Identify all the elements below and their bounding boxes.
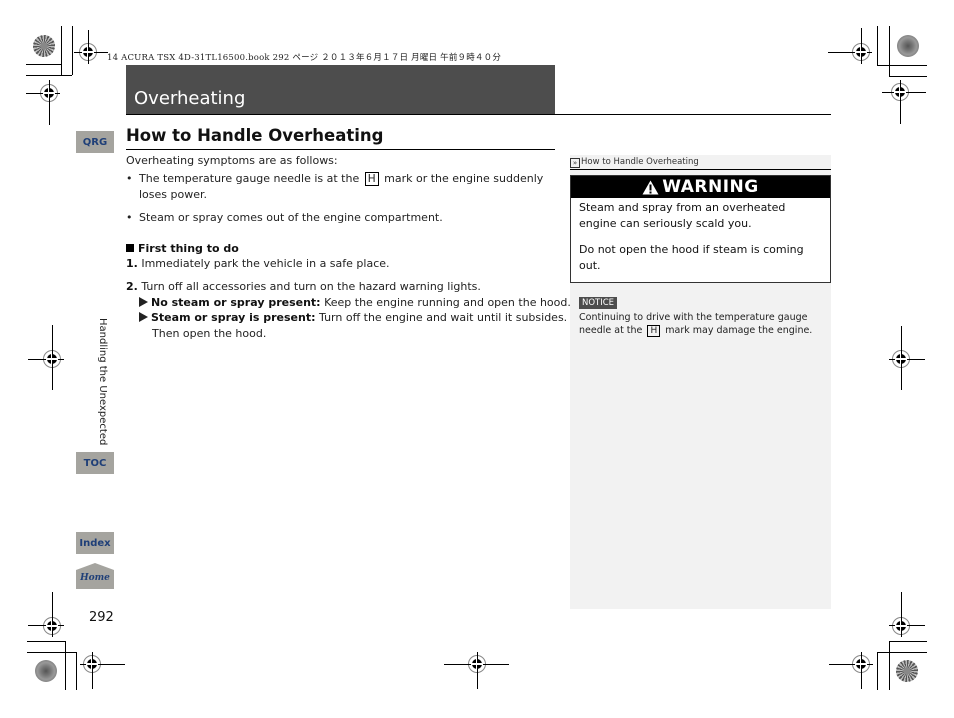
double-chevron-icon: » [570, 158, 580, 168]
symptom-item: Steam or spray comes out of the engine c… [139, 211, 443, 224]
reference-divider [570, 169, 831, 170]
qrg-button[interactable]: QRG [76, 131, 114, 153]
bullet-icon: • [126, 211, 133, 224]
intro-text: Overheating symptoms are as follows: [126, 154, 338, 167]
step-text: Turn off all accessories and turn on the… [141, 280, 481, 293]
step-item: 2. Turn off all accessories and turn on … [126, 279, 481, 295]
bullet-icon: • [126, 172, 133, 185]
registration-disc-icon [897, 35, 919, 57]
registration-disc-icon [896, 660, 918, 682]
symptom-item: The temperature gauge needle is at the H… [139, 171, 549, 203]
section-title: How to Handle Overheating [126, 126, 384, 145]
condition-item: Steam or spray is present: Turn off the … [139, 310, 567, 326]
section-divider [126, 149, 555, 150]
subsection-title: First thing to do [138, 242, 239, 255]
condition-label: No steam or spray present: [151, 296, 321, 309]
step-text: Immediately park the vehicle in a safe p… [141, 257, 390, 270]
print-info-line: 14 ACURA TSX 4D-31TL16500.book 292 ページ ２… [107, 53, 502, 63]
square-bullet-icon [126, 244, 134, 252]
chapter-title: Overheating [134, 88, 246, 109]
arrow-right-icon [139, 312, 148, 322]
symptom-text: mark or the engine suddenly [384, 172, 544, 185]
home-button[interactable]: Home [76, 563, 114, 589]
chapter-divider [126, 114, 831, 115]
condition-text: Then open the hood. [152, 327, 267, 340]
condition-item: No steam or spray present: Keep the engi… [139, 295, 571, 311]
warning-text: Do not open the hood if steam is coming o… [579, 243, 804, 272]
symptom-text: loses power. [139, 188, 207, 201]
warning-text: Steam and spray from an overheated engine… [579, 201, 786, 230]
section-side-label: Handling the Unexpected [97, 318, 108, 446]
warning-title: WARNING [662, 177, 759, 197]
registration-disc-icon [33, 35, 55, 57]
step-item: 1. Immediately park the vehicle in a saf… [126, 256, 390, 272]
warning-header: WARNING [571, 176, 830, 198]
index-button[interactable]: Index [76, 532, 114, 554]
home-icon: Home [76, 563, 114, 589]
toc-button[interactable]: TOC [76, 452, 114, 474]
subsection-heading: First thing to do [126, 241, 239, 257]
symptom-text: The temperature gauge needle is at the [139, 172, 360, 185]
reference-title: How to Handle Overheating [581, 157, 699, 167]
arrow-right-icon [139, 297, 148, 307]
h-mark-icon: H [364, 172, 379, 186]
page-number: 292 [89, 610, 114, 625]
home-label: Home [79, 573, 110, 583]
condition-text: Turn off the engine and wait until it su… [319, 311, 568, 324]
notice-text: Continuing to drive with the temperature… [579, 312, 813, 337]
h-mark-icon: H [647, 325, 661, 337]
step-number: 1. [126, 257, 138, 270]
registration-disc-icon [35, 660, 57, 682]
notice-badge: NOTICE [579, 297, 618, 309]
condition-text: Keep the engine running and open the hoo… [324, 296, 571, 309]
warning-triangle-icon [642, 180, 659, 194]
condition-label: Steam or spray is present: [151, 311, 316, 324]
step-number: 2. [126, 280, 138, 293]
reference-header[interactable]: » How to Handle Overheating [570, 155, 831, 170]
